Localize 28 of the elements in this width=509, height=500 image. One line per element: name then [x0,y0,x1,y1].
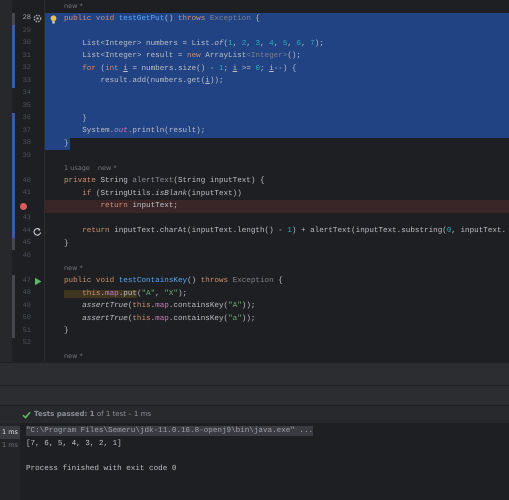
change-marker[interactable] [12,300,15,312]
change-marker[interactable] [12,188,15,200]
change-marker[interactable] [12,325,15,338]
change-marker[interactable] [12,25,15,38]
lightbulb-icon[interactable] [50,14,57,24]
change-marker[interactable] [12,162,15,175]
change-marker[interactable] [12,150,15,162]
change-marker[interactable] [12,288,15,300]
change-marker[interactable] [12,225,15,238]
change-marker[interactable] [12,62,15,75]
change-marker[interactable] [12,200,15,212]
change-marker[interactable] [12,125,15,138]
change-marker[interactable] [12,50,15,62]
change-marker[interactable] [12,212,15,225]
change-marker[interactable] [12,275,15,288]
recursion-icon [33,226,42,236]
change-marker[interactable] [12,175,15,188]
change-marker[interactable] [12,138,15,150]
change-marker[interactable] [12,312,15,325]
change-marker[interactable] [12,12,15,25]
change-marker[interactable] [12,75,15,88]
run-icon[interactable] [34,276,42,286]
change-marker[interactable] [12,238,15,250]
breakpoint-icon[interactable] [20,202,27,210]
change-marker[interactable] [12,112,15,125]
gear-icon[interactable] [33,14,42,24]
check-icon [22,410,31,418]
change-marker[interactable] [12,38,15,50]
